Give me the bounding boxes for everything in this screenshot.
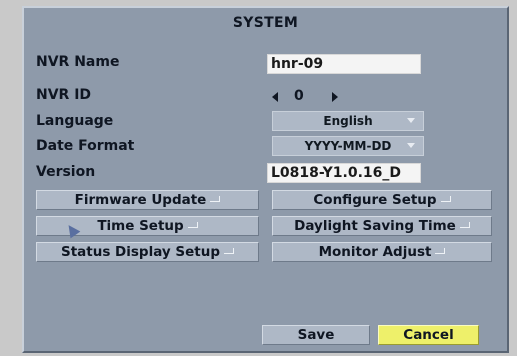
nvr-name-input[interactable]: hnr-09 [267,54,421,74]
status-display-setup-label: Status Display Setup [60,244,221,260]
caret-down-icon [407,143,415,148]
date-format-select[interactable]: YYYY-MM-DD [272,136,424,156]
nvr-id-spinner[interactable]: 0 [270,87,420,107]
status-display-setup-button[interactable]: Status Display Setup [36,242,259,262]
enter-icon [224,248,235,256]
configure-setup-button[interactable]: Configure Setup [272,190,492,210]
nvr-name-label: NVR Name [36,54,120,70]
version-field: L0818-Y1.0.16_D [267,163,421,183]
language-value: English [323,114,373,128]
screen: SYSTEM NVR Name hnr-09 NVR ID 0 Language… [0,0,517,356]
monitor-adjust-button[interactable]: Monitor Adjust [272,242,492,262]
date-format-label: Date Format [36,138,135,154]
monitor-adjust-label: Monitor Adjust [318,244,432,260]
arrow-right-icon[interactable] [332,92,338,102]
caret-down-icon [407,118,415,123]
language-select[interactable]: English [272,111,424,131]
daylight-saving-time-button[interactable]: Daylight Saving Time [272,216,492,236]
save-button[interactable]: Save [262,325,370,345]
arrow-left-icon[interactable] [272,92,278,102]
system-dialog: SYSTEM NVR Name hnr-09 NVR ID 0 Language… [22,6,509,353]
date-format-value: YYYY-MM-DD [304,139,392,153]
enter-icon [440,196,451,204]
cancel-button[interactable]: Cancel [378,325,479,345]
nvr-id-value: 0 [294,88,304,104]
firmware-update-button[interactable]: Firmware Update [36,190,259,210]
nvr-id-label: NVR ID [36,87,92,103]
enter-icon [187,222,198,230]
enter-icon [459,222,470,230]
time-setup-label: Time Setup [97,218,184,234]
firmware-update-label: Firmware Update [74,192,207,208]
dialog-title: SYSTEM [232,15,299,31]
language-label: Language [36,113,114,129]
daylight-saving-time-label: Daylight Saving Time [294,218,456,234]
enter-icon [435,248,446,256]
enter-icon [210,196,221,204]
version-label: Version [36,164,96,180]
configure-setup-label: Configure Setup [313,192,437,208]
